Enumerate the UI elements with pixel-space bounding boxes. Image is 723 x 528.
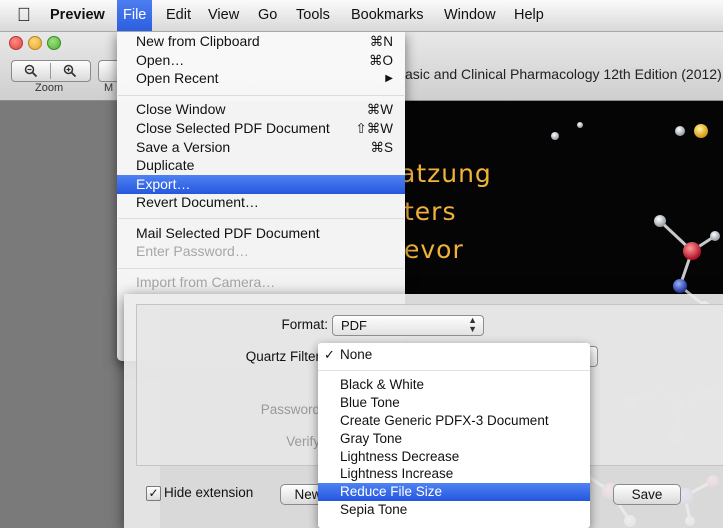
menu-item-label: New from Clipboard — [136, 33, 260, 49]
menu-item-enter-password: Enter Password… — [117, 242, 405, 261]
menu-item-close-selected-pdf[interactable]: Close Selected PDF Document ⇧⌘W — [117, 119, 405, 138]
menu-item-revert-document[interactable]: Revert Document… — [117, 193, 405, 212]
quartz-option-label: Lightness Decrease — [340, 449, 460, 464]
quartz-option-label: Sepia Tone — [340, 502, 408, 517]
zoom-segmented-control — [11, 60, 91, 82]
menu-bar:  Preview File Edit View Go Tools Bookma… — [0, 0, 723, 32]
menu-file[interactable]: File — [117, 0, 153, 31]
menu-item-shortcut: ⌘N — [369, 34, 393, 49]
menu-preview[interactable]: Preview — [44, 0, 111, 31]
menu-item-shortcut: ⌘W — [366, 102, 393, 117]
menu-go[interactable]: Go — [252, 0, 283, 31]
menu-item-duplicate[interactable]: Duplicate — [117, 156, 405, 175]
zoom-label: Zoom — [35, 82, 64, 94]
quartz-option-blue-tone[interactable]: Blue Tone — [318, 394, 590, 412]
menu-item-label: Save a Version — [136, 139, 231, 155]
menu-item-save-a-version[interactable]: Save a Version ⌘S — [117, 138, 405, 157]
menu-item-label: Close Selected PDF Document — [136, 120, 330, 136]
apple-logo-icon[interactable]:  — [14, 6, 34, 26]
quartz-option-label: Create Generic PDFX-3 Document — [340, 413, 549, 428]
quartz-option-lightness-increase[interactable]: Lightness Increase — [318, 465, 590, 483]
menu-separator — [118, 268, 404, 269]
format-value: PDF — [341, 318, 367, 333]
menu-item-label: Mail Selected PDF Document — [136, 225, 320, 241]
menu-item-close-window[interactable]: Close Window ⌘W — [117, 100, 405, 119]
save-button[interactable]: Save — [613, 484, 681, 505]
document-text-line: evor — [404, 235, 464, 264]
checkmark-icon: ✓ — [324, 347, 335, 362]
menu-edit[interactable]: Edit — [160, 0, 197, 31]
quartz-option-gray-tone[interactable]: Gray Tone — [318, 430, 590, 448]
quartz-option-generic-pdfx3[interactable]: Create Generic PDFX-3 Document — [318, 412, 590, 430]
zoom-out-icon — [24, 64, 38, 78]
menu-separator — [118, 218, 404, 219]
hide-extension-checkbox[interactable]: ✓ — [146, 486, 161, 501]
format-popup[interactable]: PDF ▲ ▼ — [332, 315, 484, 336]
menu-item-mail-selected-pdf[interactable]: Mail Selected PDF Document — [117, 224, 405, 243]
quartz-filter-dropdown: ✓ None Black & White Blue Tone Create Ge… — [318, 343, 590, 528]
quartz-filter-label: Quartz Filter — [245, 349, 320, 364]
popup-arrows-icon: ▲ ▼ — [468, 315, 477, 334]
quartz-option-sepia-tone[interactable]: Sepia Tone — [318, 501, 590, 519]
password-label: Password — [260, 402, 320, 417]
menu-item-export[interactable]: Export… — [117, 175, 405, 194]
menu-item-shortcut: ⌘O — [368, 53, 393, 68]
menu-item-label: Open Recent — [136, 70, 219, 86]
menu-item-label: Enter Password… — [136, 243, 249, 259]
document-text-line: ters — [404, 197, 457, 226]
quartz-option-reduce-file-size[interactable]: Reduce File Size — [318, 483, 590, 501]
menu-item-label: Import from Camera… — [136, 274, 276, 290]
zoom-window-icon[interactable] — [47, 36, 61, 50]
quartz-option-none[interactable]: ✓ None — [318, 346, 590, 364]
zoom-out-button[interactable] — [12, 61, 50, 81]
zoom-in-button[interactable] — [51, 61, 89, 81]
dropdown-separator — [318, 370, 590, 371]
quartz-option-label: None — [340, 347, 373, 362]
menu-item-label: Close Window — [136, 101, 226, 117]
quartz-option-label: Lightness Increase — [340, 466, 454, 481]
quartz-option-label: Reduce File Size — [340, 484, 443, 499]
minimize-window-icon[interactable] — [28, 36, 42, 50]
menu-item-label: Open… — [136, 52, 185, 68]
document-text-line: atzung — [400, 159, 492, 188]
menu-tools[interactable]: Tools — [290, 0, 336, 31]
menu-view[interactable]: View — [202, 0, 245, 31]
menu-item-open-recent[interactable]: Open Recent ▶ — [117, 69, 405, 88]
window-title: asic and Clinical Pharmacology 12th Edit… — [405, 66, 723, 82]
hide-extension-label: Hide extension — [164, 485, 254, 500]
menu-item-label: Duplicate — [136, 157, 195, 173]
zoom-in-icon — [63, 64, 77, 78]
quartz-option-label: Gray Tone — [340, 431, 403, 446]
menu-help[interactable]: Help — [508, 0, 550, 31]
menu-item-shortcut: ⌘S — [370, 140, 393, 155]
menu-item-open[interactable]: Open… ⌘O — [117, 51, 405, 70]
quartz-option-label: Blue Tone — [340, 395, 400, 410]
menu-item-import-from-camera: Import from Camera… — [117, 273, 405, 292]
submenu-arrow-icon: ▶ — [385, 73, 393, 84]
quartz-option-label: Black & White — [340, 377, 425, 392]
menu-item-shortcut: ⇧⌘W — [355, 121, 393, 136]
toolbar-partial-label: M — [104, 82, 114, 94]
quartz-option-black-white[interactable]: Black & White — [318, 376, 590, 394]
quartz-option-lightness-decrease[interactable]: Lightness Decrease — [318, 448, 590, 466]
close-window-icon[interactable] — [9, 36, 23, 50]
menu-window[interactable]: Window — [438, 0, 502, 31]
verify-label: Verify — [286, 434, 320, 449]
format-label: Format: — [281, 317, 328, 332]
menu-item-new-from-clipboard[interactable]: New from Clipboard ⌘N — [117, 32, 405, 51]
menu-separator — [118, 95, 404, 96]
menu-bookmarks[interactable]: Bookmarks — [345, 0, 430, 31]
menu-item-label: Export… — [136, 176, 191, 192]
menu-item-label: Revert Document… — [136, 194, 259, 210]
